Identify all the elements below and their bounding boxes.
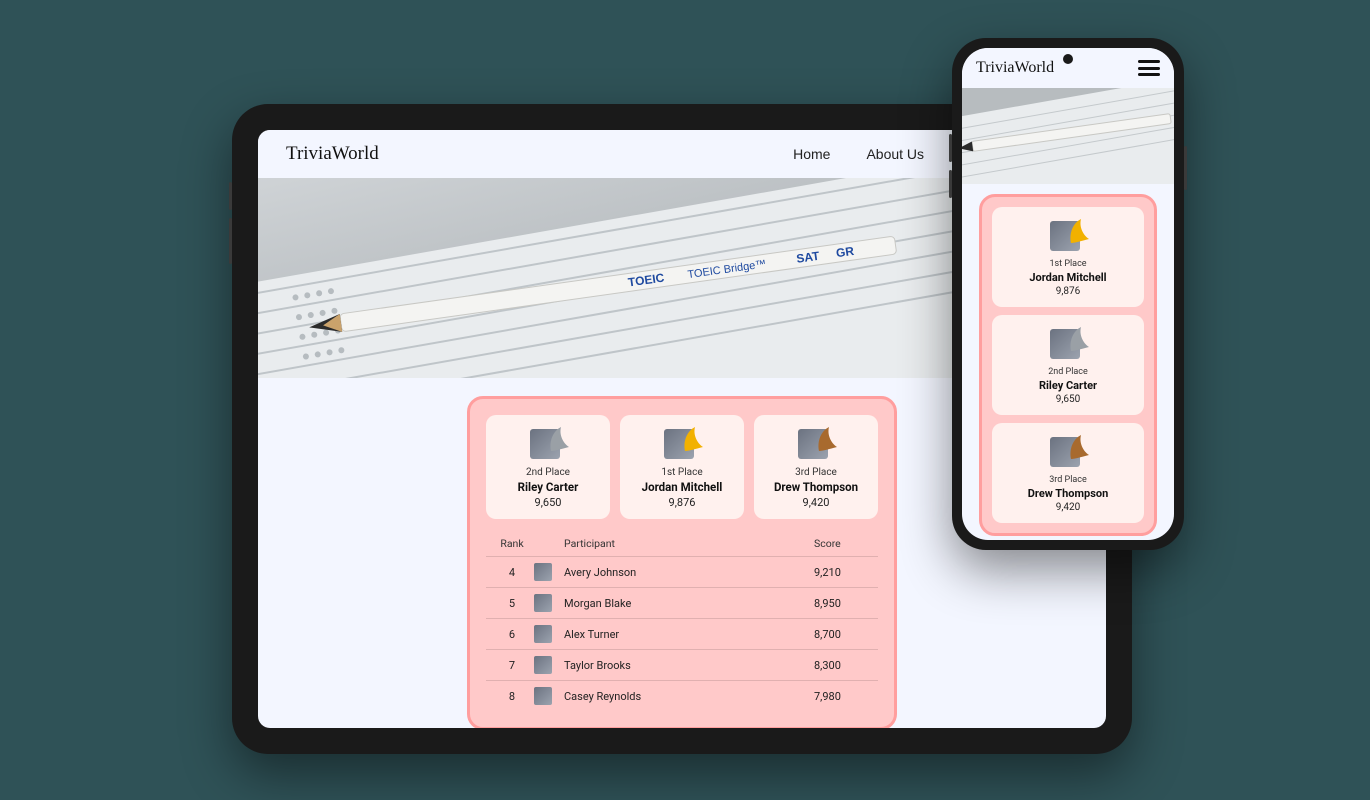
cell-score: 9,210 — [814, 566, 874, 579]
place-label: 3rd Place — [760, 467, 872, 478]
avatar — [534, 656, 552, 674]
front-camera-icon — [1063, 54, 1073, 64]
podium-card-1st[interactable]: 1st Place Jordan Mitchell 9,876 — [620, 415, 744, 519]
participant-name: Jordan Mitchell — [626, 480, 738, 494]
laurel-icon — [1067, 433, 1091, 461]
table-row[interactable]: 6 Alex Turner 8,700 — [486, 618, 878, 649]
participant-score: 9,420 — [760, 496, 872, 509]
participant-name: Riley Carter — [998, 379, 1138, 392]
phone-device-frame: TriviaWorld — [952, 38, 1184, 550]
leaderboard-panel: 2nd Place Riley Carter 9,650 1st Place J… — [467, 396, 897, 728]
participant-name: Drew Thompson — [998, 487, 1138, 500]
podium-card-2nd[interactable]: 2nd Place Riley Carter 9,650 — [486, 415, 610, 519]
laurel-icon — [547, 425, 571, 453]
svg-text:GR: GR — [835, 244, 855, 260]
avatar — [534, 625, 552, 643]
laurel-icon — [1067, 325, 1091, 353]
col-score: Score — [814, 537, 874, 550]
table-row[interactable]: 7 Taylor Brooks 8,300 — [486, 649, 878, 680]
place-label: 3rd Place — [998, 475, 1138, 485]
participant-score: 9,650 — [998, 394, 1138, 405]
app-logo[interactable]: TriviaWorld — [976, 59, 1054, 77]
cell-name: Alex Turner — [564, 628, 814, 641]
podium-card-2nd[interactable]: 2nd Place Riley Carter 9,650 — [992, 315, 1144, 415]
laurel-icon — [815, 425, 839, 453]
cell-name: Morgan Blake — [564, 597, 814, 610]
laurel-icon — [681, 425, 705, 453]
menu-icon[interactable] — [1138, 60, 1160, 76]
cell-rank: 8 — [490, 690, 534, 703]
cell-score: 7,980 — [814, 690, 874, 703]
table-header: Rank Participant Score — [486, 531, 878, 556]
podium-card-1st[interactable]: 1st Place Jordan Mitchell 9,876 — [992, 207, 1144, 307]
podium-card-3rd[interactable]: 3rd Place Drew Thompson 9,420 — [992, 423, 1144, 523]
place-label: 1st Place — [626, 467, 738, 478]
participant-score: 9,876 — [626, 496, 738, 509]
podium: 2nd Place Riley Carter 9,650 1st Place J… — [486, 415, 878, 519]
nav-link-about[interactable]: About Us — [866, 146, 924, 162]
leaderboard-table: Rank Participant Score 4 Avery Johnson 9… — [486, 531, 878, 711]
col-participant: Participant — [564, 537, 814, 550]
cell-rank: 7 — [490, 659, 534, 672]
hero-image — [962, 88, 1174, 184]
cell-rank: 4 — [490, 566, 534, 579]
avatar — [534, 687, 552, 705]
participant-score: 9,420 — [998, 502, 1138, 513]
table-row[interactable]: 8 Casey Reynolds 7,980 — [486, 680, 878, 711]
avatar — [534, 563, 552, 581]
nav-link-home[interactable]: Home — [793, 146, 830, 162]
place-label: 2nd Place — [492, 467, 604, 478]
phone-screen: TriviaWorld — [962, 48, 1174, 540]
leaderboard-panel: 1st Place Jordan Mitchell 9,876 2nd Plac… — [979, 194, 1157, 536]
table-row[interactable]: 4 Avery Johnson 9,210 — [486, 556, 878, 587]
podium-card-3rd[interactable]: 3rd Place Drew Thompson 9,420 — [754, 415, 878, 519]
laurel-icon — [1067, 217, 1091, 245]
cell-rank: 6 — [490, 628, 534, 641]
participant-name: Drew Thompson — [760, 480, 872, 494]
place-label: 1st Place — [998, 259, 1138, 269]
cell-score: 8,950 — [814, 597, 874, 610]
app-logo[interactable]: TriviaWorld — [286, 143, 379, 165]
participant-score: 9,876 — [998, 286, 1138, 297]
cell-score: 8,700 — [814, 628, 874, 641]
cell-name: Casey Reynolds — [564, 690, 814, 703]
cell-name: Taylor Brooks — [564, 659, 814, 672]
cell-score: 8,300 — [814, 659, 874, 672]
podium: 1st Place Jordan Mitchell 9,876 2nd Plac… — [992, 207, 1144, 523]
avatar — [534, 594, 552, 612]
cell-rank: 5 — [490, 597, 534, 610]
participant-name: Riley Carter — [492, 480, 604, 494]
participant-name: Jordan Mitchell — [998, 271, 1138, 284]
participant-score: 9,650 — [492, 496, 604, 509]
cell-name: Avery Johnson — [564, 566, 814, 579]
table-row[interactable]: 5 Morgan Blake 8,950 — [486, 587, 878, 618]
place-label: 2nd Place — [998, 367, 1138, 377]
col-rank: Rank — [490, 537, 534, 550]
